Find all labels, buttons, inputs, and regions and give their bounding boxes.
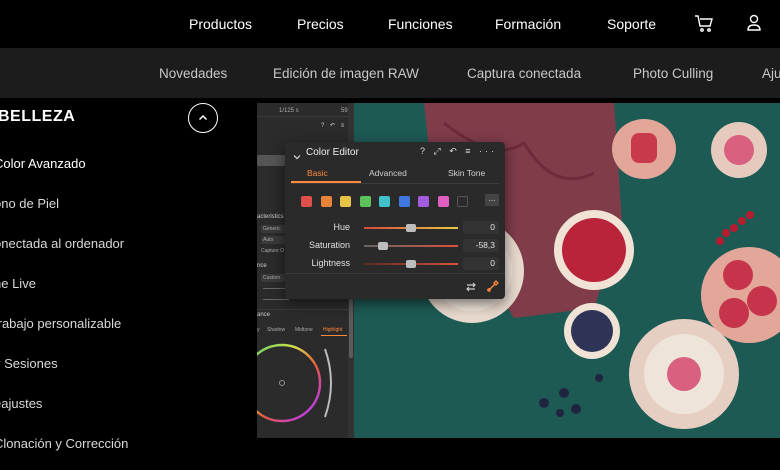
sidebar-item-conectada[interactable]: onectada al ordenador — [0, 236, 124, 251]
top-navigation: Productos Precios Funciones Formación So… — [0, 0, 780, 48]
color-wheel[interactable] — [257, 341, 337, 432]
panel-tools-icon[interactable]: ? ↶ ≡ — [321, 122, 346, 129]
color-swatch[interactable] — [340, 196, 351, 207]
user-icon[interactable] — [745, 13, 765, 33]
divider — [285, 273, 505, 274]
slider-value-field[interactable]: 0 — [463, 221, 499, 234]
color-editor-panel: Color Editor ? ⤢ ↶ ≡ ··· Basic Advanced … — [285, 142, 505, 299]
nav-productos[interactable]: Productos — [189, 16, 252, 32]
nav-precios[interactable]: Precios — [297, 16, 344, 32]
sidebar-item-clonacion[interactable]: Clonación y Corrección — [0, 436, 128, 451]
color-swatch[interactable] — [379, 196, 390, 207]
tab-skin-tone[interactable]: Skin Tone — [448, 168, 485, 178]
sidebar-item-ajustes[interactable]: eajustes — [0, 396, 42, 411]
tone-tab-highlight[interactable]: Highlight — [323, 327, 342, 333]
profile-auto[interactable]: Auto — [263, 237, 273, 243]
slider-label: Hue — [333, 222, 350, 232]
panel-toolbar-icons[interactable]: ? ⤢ ↶ ≡ ··· — [420, 146, 497, 157]
sidebar-item-trabajo[interactable]: trabajo personalizable — [0, 316, 121, 331]
feature-sidebar: BELLEZA Color Avanzado ono de Piel onect… — [0, 98, 257, 470]
slider-value-field[interactable]: -58,3 — [463, 239, 499, 252]
divider — [291, 183, 499, 184]
subnav-novedades[interactable]: Novedades — [159, 66, 227, 81]
color-swatch[interactable] — [398, 196, 410, 207]
wb-custom[interactable]: Custom — [263, 275, 280, 281]
balance-label: nce — [257, 263, 267, 269]
sidebar-title: BELLEZA — [0, 108, 76, 125]
color-swatch[interactable] — [359, 196, 371, 207]
sidebar-item-tono-piel[interactable]: ono de Piel — [0, 196, 59, 211]
tone-tab-shadow[interactable]: Shadow — [267, 327, 285, 333]
profile-generic[interactable]: Generic — [263, 226, 281, 232]
tab-basic[interactable]: Basic — [307, 168, 328, 178]
frame-counter: 59 — [341, 108, 348, 114]
shutter-readout: 1/125 s — [279, 108, 299, 114]
slider-label: Saturation — [308, 240, 350, 250]
slider-handle[interactable] — [406, 224, 416, 232]
sub-navigation: Novedades Edición de imagen RAW Captura … — [0, 48, 780, 98]
chevron-down-icon[interactable] — [293, 148, 301, 166]
nav-soporte[interactable]: Soporte — [607, 16, 656, 32]
subnav-ajustes[interactable]: Aju — [762, 66, 780, 81]
color-swatch[interactable] — [301, 196, 312, 207]
subnav-edicion-raw[interactable]: Edición de imagen RAW — [273, 66, 419, 81]
subnav-captura-conectada[interactable]: Captura conectada — [467, 66, 581, 81]
color-picker-icon[interactable] — [486, 279, 500, 298]
color-editor-header: Color Editor ? ⤢ ↶ ≡ ··· — [285, 142, 505, 164]
color-editor-title: Color Editor — [306, 147, 359, 158]
color-swatch[interactable] — [437, 196, 449, 207]
tab-advanced[interactable]: Advanced — [369, 168, 407, 178]
slider-label: Lightness — [311, 258, 350, 268]
color-swatch[interactable] — [418, 196, 429, 207]
profile-capture[interactable]: Capture O — [261, 248, 284, 254]
tone-tab-midtone[interactable]: Midtone — [295, 327, 313, 333]
tone-tab-y[interactable]: y — [257, 327, 260, 333]
collapse-button[interactable] — [188, 103, 218, 133]
subnav-photo-culling[interactable]: Photo Culling — [633, 66, 713, 81]
sidebar-item-color-avanzado[interactable]: Color Avanzado — [0, 156, 86, 171]
sidebar-item-live[interactable]: ne Live — [0, 276, 36, 291]
color-editor-tabs: Basic Advanced Skin Tone — [291, 166, 499, 183]
sidebar-item-sesiones[interactable]: y Sesiones — [0, 356, 58, 371]
slider-handle[interactable] — [406, 260, 416, 268]
color-swatch[interactable] — [457, 196, 468, 207]
characteristics-label: acteristics — [257, 214, 284, 220]
more-swatches-button[interactable]: ... — [485, 194, 499, 206]
color-swatch[interactable] — [320, 196, 332, 207]
slider-value-field[interactable]: 0 — [463, 257, 499, 270]
slider-handle[interactable] — [377, 242, 388, 250]
reset-icon[interactable] — [465, 280, 477, 298]
cart-icon[interactable] — [694, 13, 714, 33]
color-balance-label: ance — [257, 312, 271, 318]
nav-formacion[interactable]: Formación — [495, 16, 561, 32]
nav-funciones[interactable]: Funciones — [388, 16, 453, 32]
